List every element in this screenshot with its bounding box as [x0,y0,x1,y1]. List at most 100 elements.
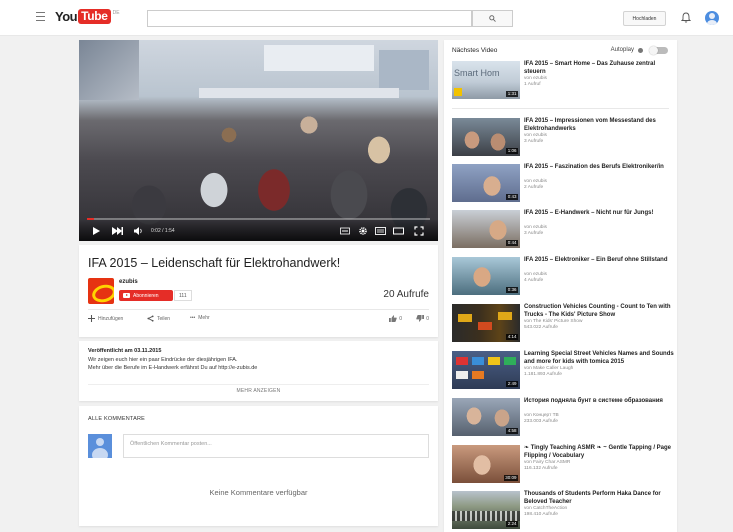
thumbs-down-icon [416,315,425,322]
video-duration: 2:24 [506,521,518,527]
video-views: 2 Aufrufe [524,185,544,190]
video-thumbnail[interactable]: 2:24 [452,491,520,529]
autoplay-toggle[interactable] [649,46,668,55]
channel-logo[interactable] [88,278,114,304]
description-line: Wir zeigen euch hier ein paar Eindrücke … [88,357,238,363]
sidebar-video[interactable]: 0:36 IFA 2015 – Elektroniker – Ein Beruf… [452,257,672,297]
sidebar-video[interactable]: 30:09 ❧ Tingly Teaching ASMR ❧ ~ Gentle … [452,445,672,485]
video-views: 3 Aufrufe [524,139,544,144]
logo-tube: Tube [78,9,111,24]
youtube-logo[interactable]: You Tube DE [55,9,120,25]
video-duration: 0:36 [506,287,518,293]
masthead: You Tube DE Hochladen [0,0,733,36]
like-count: 0 [399,315,402,322]
more-dots-icon: ••• [190,315,196,321]
upload-button[interactable]: Hochladen [623,11,666,26]
notification-bell-icon[interactable] [681,12,691,23]
volume-icon[interactable] [133,226,143,236]
account-avatar[interactable] [705,11,719,25]
video-player[interactable]: 0:02 / 1:54 [79,40,438,241]
thumbnail-caption: Smart Hom [454,68,500,78]
add-label: Hinzufügen [98,315,124,322]
player-controls: 0:02 / 1:54 [79,219,438,241]
video-duration: 0:43 [506,194,518,200]
hamburger-menu-icon[interactable] [36,12,45,21]
comments-heading: ALLE KOMMENTARE [88,416,145,422]
video-title: IFA 2015 – Leidenschaft für Elektrohandw… [88,256,341,270]
divider [88,384,429,385]
video-title[interactable]: IFA 2015 – Smart Home – Das Zuhause zent… [524,61,674,76]
subscriber-count: 111 [174,290,192,301]
comments-card: ALLE KOMMENTARE Öffentlichen Kommentar p… [79,406,438,526]
next-icon[interactable] [111,226,123,236]
video-thumbnail[interactable]: 0:44 [452,210,520,248]
description-line: Mehr über die Berufe im E-Handwerk erfäh… [88,365,258,371]
logo-region: DE [112,10,120,16]
view-count: 20 Aufrufe [383,289,429,300]
sidebar-video[interactable]: 0:43 IFA 2015 – Faszination des Berufs E… [452,164,672,204]
subscribe-label: Abonnieren [133,292,159,299]
search-icon [489,15,496,22]
comment-input[interactable]: Öffentlichen Kommentar posten... [123,434,429,458]
more-button[interactable]: ••• Mehr [190,315,210,321]
video-views: 198.410 Aufrufe [524,512,558,517]
subscribe-button[interactable]: Abonnieren [119,290,173,301]
add-to-button[interactable]: Hinzufügen [88,315,123,322]
sidebar-video[interactable]: 2:24 Thousands of Students Perform Haka … [452,491,672,531]
video-title[interactable]: IFA 2015 – E-Handwerk – Nicht nur für Ju… [524,210,674,218]
video-views: 4 Aufrufe [524,278,544,283]
video-thumbnail[interactable]: 30:09 [452,445,520,483]
video-title[interactable]: IFA 2015 – Faszination des Berufs Elektr… [524,164,674,172]
time-display: 0:02 / 1:54 [151,228,175,234]
video-title[interactable]: Learning Special Street Vehicles Names a… [524,351,674,366]
no-comments-message: Keine Kommentare verfügbar [209,488,308,497]
video-title[interactable]: ❧ Tingly Teaching ASMR ❧ ~ Gentle Tappin… [524,445,674,460]
miniplayer-icon[interactable] [375,226,386,236]
video-thumbnail[interactable]: 4:58 [452,398,520,436]
thumbs-up-icon [389,315,397,322]
video-thumbnail[interactable]: 4:14 [452,304,520,342]
video-duration: 2:49 [506,381,518,387]
settings-gear-icon[interactable] [358,226,368,236]
video-title[interactable]: IFA 2015 – Elektroniker – Ein Beruf ohne… [524,257,674,265]
sidebar-video[interactable]: 2:49 Learning Special Street Vehicles Na… [452,351,674,391]
more-label: Mehr [198,315,210,321]
video-title[interactable]: IFA 2015 – Impressionen vom Messestand d… [524,118,674,133]
video-title[interactable]: Construction Vehicles Counting - Count t… [524,304,674,319]
video-views: 3 Aufrufe [524,231,544,236]
sidebar-video[interactable]: 4:58 История подняла бунт в системе обра… [452,398,672,438]
video-thumbnail[interactable]: 0:43 [452,164,520,202]
video-thumbnail[interactable]: 0:36 [452,257,520,295]
search-input[interactable] [147,10,472,27]
sidebar-video[interactable]: Smart Hom 1:31 IFA 2015 – Smart Home – D… [452,61,672,101]
video-views: 1 Aufruf [524,82,541,87]
sidebar-video[interactable]: 0:44 IFA 2015 – E-Handwerk – Nicht nur f… [452,210,672,250]
video-title[interactable]: Thousands of Students Perform Haka Dance… [524,491,674,506]
sidebar-video[interactable]: 1:06 IFA 2015 – Impressionen vom Messest… [452,118,672,158]
play-icon[interactable] [91,226,101,236]
share-label: Teilen [157,315,171,322]
share-button[interactable]: Teilen [147,315,170,322]
dislike-button[interactable]: 0 [416,315,429,322]
video-duration: 4:14 [506,334,518,340]
video-duration: 1:06 [506,148,518,154]
search-button[interactable] [472,10,513,27]
channel-name[interactable]: ezubis [119,279,138,285]
video-thumbnail[interactable]: 2:49 [452,351,520,389]
video-thumbnail[interactable]: 1:06 [452,118,520,156]
video-duration: 30:09 [503,475,518,481]
logo-you: You [55,9,78,24]
show-more-button[interactable]: MEHR ANZEIGEN [79,388,438,394]
like-button[interactable]: 0 [389,315,402,322]
theater-mode-icon[interactable] [393,226,404,236]
autoplay-label-group: Autoplay [611,47,643,53]
video-title[interactable]: История подняла бунт в системе образован… [524,398,674,406]
video-thumbnail[interactable]: Smart Hom 1:31 [452,61,520,99]
info-icon[interactable] [638,47,643,53]
sidebar-video[interactable]: 4:14 Construction Vehicles Counting - Co… [452,304,672,344]
subtitles-icon[interactable] [340,226,350,236]
description-card: Veröffentlicht am 03.11.2015 Wir zeigen … [79,341,438,401]
fullscreen-icon[interactable] [414,226,424,236]
video-views: 116.132 Aufrufe [524,466,558,471]
video-info-card: IFA 2015 – Leidenschaft für Elektrohandw… [79,245,438,337]
